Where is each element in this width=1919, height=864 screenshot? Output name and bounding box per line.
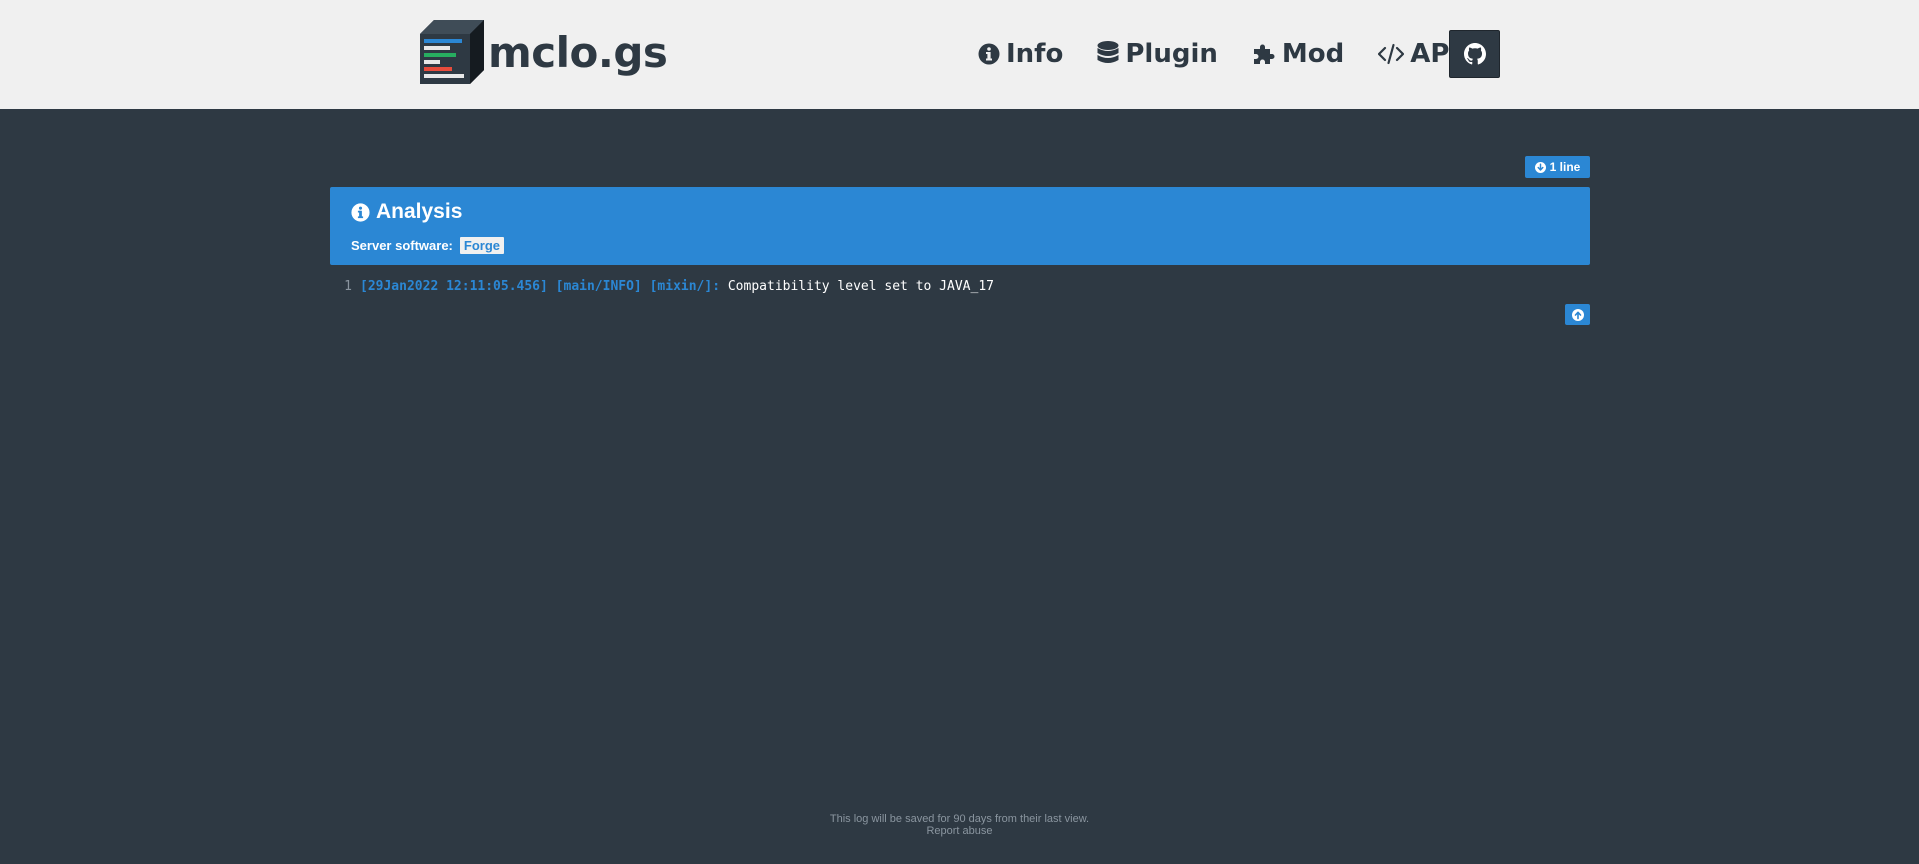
nav-info-label: Info — [1006, 39, 1064, 69]
line-count: 1 line — [1549, 160, 1581, 174]
server-software-badge: Forge — [459, 237, 505, 254]
arrow-down-circle-icon — [1534, 161, 1546, 173]
line-number[interactable]: 1 — [330, 279, 352, 294]
logo-link[interactable]: mclo.gs — [420, 20, 668, 84]
analysis-title: Analysis — [376, 200, 463, 223]
database-icon — [1097, 41, 1119, 63]
retention-notice: This log will be saved for 90 days from … — [829, 813, 1090, 825]
github-icon — [1463, 43, 1486, 65]
log-line: 1 [29Jan2022 12:11:05.456] [main/INFO] [… — [330, 277, 994, 295]
jump-to-bottom-button[interactable]: 1 line — [1525, 156, 1590, 178]
nav-api[interactable]: API — [1378, 39, 1459, 69]
analysis-heading: Analysis — [351, 200, 462, 224]
nav-plugin[interactable]: Plugin — [1097, 39, 1218, 69]
arrow-up-circle-icon — [1571, 308, 1584, 321]
nav-plugin-label: Plugin — [1125, 39, 1218, 69]
analysis-panel: Analysis Server software: Forge — [330, 187, 1590, 265]
code-icon — [1378, 43, 1405, 65]
scroll-to-top-button[interactable] — [1565, 304, 1590, 325]
log-prefix: [29Jan2022 12:11:05.456] [main/INFO] [mi… — [360, 278, 728, 294]
nav-info[interactable]: Info — [978, 39, 1063, 69]
log-message: Compatibility level set to JAVA_17 — [727, 278, 994, 294]
server-software-row: Server software: Forge — [351, 237, 505, 254]
main-nav: Info Plugin Mod API — [978, 30, 1493, 78]
github-button[interactable] — [1449, 30, 1500, 78]
info-circle-icon — [978, 43, 1000, 65]
nav-mod-label: Mod — [1281, 39, 1345, 69]
site-header: mclo.gs Info Plugin Mod API — [0, 0, 1919, 109]
puzzle-icon — [1253, 44, 1275, 64]
info-circle-icon — [351, 202, 370, 222]
footer: This log will be saved for 90 days from … — [0, 813, 1919, 837]
report-abuse-link[interactable]: Report abuse — [926, 825, 992, 837]
server-software-label: Server software: — [351, 238, 453, 253]
nav-mod[interactable]: Mod — [1252, 39, 1344, 69]
logo-icon — [420, 20, 484, 84]
logo-text: mclo.gs — [488, 27, 668, 77]
